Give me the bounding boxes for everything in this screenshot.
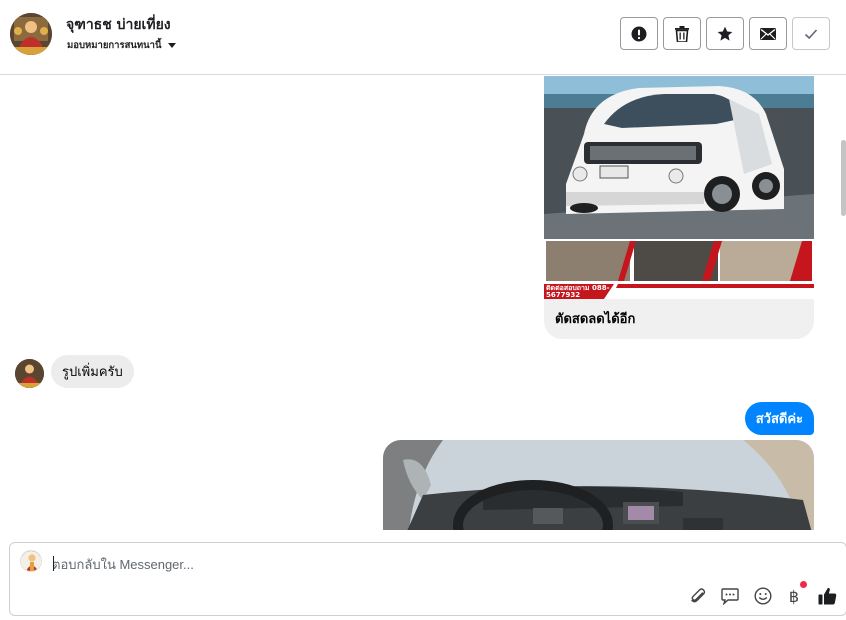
- assign-label: มอบหมายการสนทนานี้: [67, 40, 162, 51]
- reply-input[interactable]: [52, 554, 652, 574]
- baht-icon: ฿: [788, 586, 800, 606]
- star-icon: [717, 26, 733, 41]
- send-like-button[interactable]: [816, 585, 838, 607]
- text-cursor: [53, 556, 54, 571]
- chat-bubble-icon: [721, 588, 739, 605]
- emoji-button[interactable]: [752, 585, 774, 607]
- image-overlay-text: ติดต่อสอบถาม 088-5677932: [546, 285, 610, 299]
- star-button[interactable]: [706, 17, 744, 50]
- car-photo[interactable]: ติดต่อสอบถาม 088-5677932: [544, 76, 814, 299]
- mark-spam-button[interactable]: [620, 17, 658, 50]
- sender-avatar[interactable]: [15, 359, 44, 388]
- assign-conversation-dropdown[interactable]: มอบหมายการสนทนานี้: [67, 38, 176, 53]
- conversation-header: จุฑาธช บ่ายเที่ยง มอบหมายการสนทนานี้: [0, 0, 846, 75]
- mark-unread-button[interactable]: [749, 17, 787, 50]
- outgoing-message-bubble[interactable]: สวัสดีค่ะ: [744, 402, 814, 435]
- car-interior-photo[interactable]: [383, 440, 814, 530]
- reply-composer: ฿: [9, 542, 846, 616]
- thumbs-up-icon: [818, 587, 836, 605]
- payment-button[interactable]: ฿: [783, 585, 805, 607]
- contact-avatar[interactable]: [10, 13, 52, 55]
- image-card-caption: ตัดสดลดได้อีก: [555, 312, 636, 327]
- trash-icon: [675, 25, 689, 42]
- attach-file-button[interactable]: [687, 585, 709, 607]
- thread-scrollbar[interactable]: [841, 140, 846, 216]
- notification-dot: [800, 581, 807, 588]
- incoming-message-bubble[interactable]: รูปเพิ่มครับ: [51, 355, 134, 388]
- delete-button[interactable]: [663, 17, 701, 50]
- page-avatar: [20, 550, 42, 572]
- saved-replies-button[interactable]: [719, 585, 741, 607]
- image-message-card[interactable]: ติดต่อสอบถาม 088-5677932 ตัดสดลดได้อีก: [544, 76, 814, 339]
- message-thread[interactable]: ติดต่อสอบถาม 088-5677932 ตัดสดลดได้อีก ร…: [0, 76, 846, 530]
- caret-down-icon: [167, 43, 176, 48]
- envelope-icon: [760, 27, 776, 40]
- paperclip-icon: [691, 588, 706, 603]
- contact-name[interactable]: จุฑาธช บ่ายเที่ยง: [66, 14, 171, 36]
- mark-done-button[interactable]: [792, 17, 830, 50]
- smiley-icon: [754, 587, 772, 605]
- exclamation-circle-icon: [631, 26, 647, 41]
- checkmark-icon: [804, 28, 818, 39]
